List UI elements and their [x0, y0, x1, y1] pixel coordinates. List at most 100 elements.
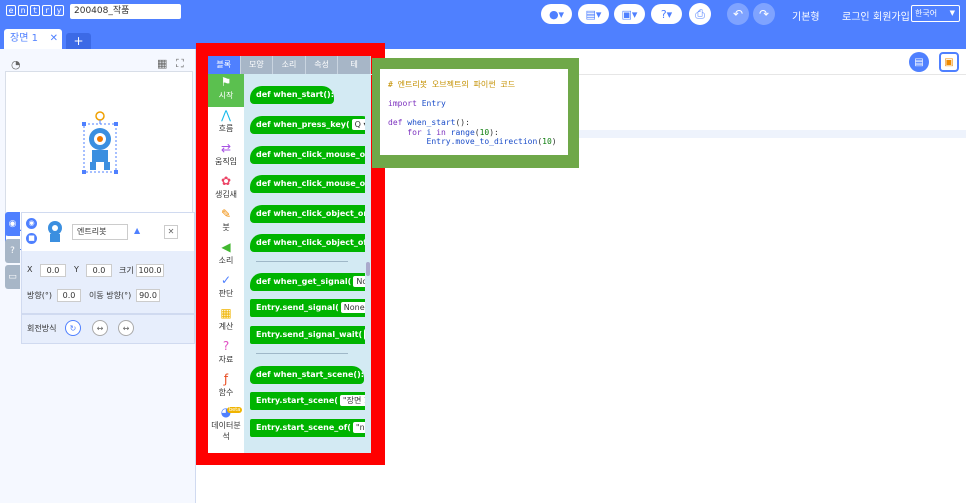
block-when-get-signal[interactable]: def when_get_signal(None	[250, 273, 365, 291]
block-when-click-mouse-off[interactable]: def when_click_mouse_off():	[250, 175, 365, 193]
move-direction-field[interactable]: 90.0	[136, 289, 160, 302]
left-panel: ◔ ▦ ⛶ + ▶ ◉ ? ▭ ◉ ■ 엔트리	[0, 49, 196, 503]
stage-canvas[interactable]	[5, 71, 193, 230]
question-icon: ?▾	[660, 7, 673, 21]
help-button[interactable]: ?▾	[651, 4, 682, 24]
category-list: ⚑ 시작 ⋀ 흐름 ⇄ 움직임 ✿ 생김새 ✎ 붓 ◀ 소리 ✓ 판단 ▦ 계산 ? 자료 ƒ 함수…	[208, 74, 244, 453]
delete-object-button[interactable]: ✕	[164, 225, 178, 239]
top-bar: e n t r y 200408_작품 ●▾ ▤▾ ▣▾ ?▾ ⎙ ↶ ↷ 기본…	[0, 0, 966, 29]
help-tab[interactable]: ?	[5, 239, 20, 263]
signal-dropdown[interactable]: No	[364, 329, 365, 340]
block-when-click-object-on[interactable]: def when_click_object_on():	[250, 205, 365, 223]
entrybot-sprite[interactable]	[78, 107, 124, 177]
category-data[interactable]: ? 자료	[208, 338, 244, 371]
direction-field[interactable]: 0.0	[57, 289, 81, 302]
block-when-start-scene[interactable]: def when_start_scene():	[250, 366, 364, 384]
tab-shapes[interactable]: 모양	[241, 56, 274, 74]
key-dropdown[interactable]: Q ▾	[351, 119, 365, 130]
close-icon[interactable]: ✕	[50, 29, 58, 49]
new-project-button[interactable]: ▤▾	[578, 4, 609, 24]
lock-icon[interactable]: ■	[26, 233, 37, 244]
add-scene-button[interactable]: +	[66, 33, 91, 49]
signup-link[interactable]: 회원가입	[873, 8, 910, 23]
language-select[interactable]: 한국어 ▼	[911, 5, 960, 22]
block-send-signal[interactable]: Entry.send_signal(None ▾	[250, 299, 365, 317]
redo-button[interactable]: ↷	[753, 3, 775, 25]
printer-icon: ⎙	[695, 6, 705, 21]
block-start-scene[interactable]: Entry.start_scene("장면 1" ▾	[250, 392, 365, 410]
block-text: Entry.start_scene_of(	[256, 423, 351, 432]
fullscreen-icon[interactable]: ⛶	[176, 57, 184, 71]
category-flow[interactable]: ⋀ 흐름	[208, 107, 244, 140]
category-calc[interactable]: ▦ 계산	[208, 305, 244, 338]
tab-blocks[interactable]: 블록	[208, 56, 241, 74]
block-when-start[interactable]: def when_start():	[250, 86, 334, 104]
category-brush[interactable]: ✎ 붓	[208, 206, 244, 239]
category-movement[interactable]: ⇄ 움직임	[208, 140, 244, 173]
category-function[interactable]: ƒ 함수	[208, 371, 244, 404]
category-start[interactable]: ⚑ 시작	[208, 74, 244, 107]
category-label: 판단	[218, 289, 234, 298]
save-icon: ▣▾	[621, 7, 638, 21]
object-thumbnail	[48, 221, 62, 242]
print-button[interactable]: ⎙	[689, 3, 711, 25]
block-send-signal-wait[interactable]: Entry.send_signal_wait(No	[250, 326, 365, 344]
scene-dropdown[interactable]: "장면 1" ▾	[339, 395, 365, 406]
category-looks[interactable]: ✿ 생김새	[208, 173, 244, 206]
undo-button[interactable]: ↶	[727, 3, 749, 25]
category-label: 자료	[218, 355, 234, 364]
tab-scene-1[interactable]: 장면 1 ✕	[4, 29, 62, 49]
signal-dropdown[interactable]: None	[353, 276, 365, 287]
login-link[interactable]: 로그인	[842, 8, 870, 23]
view-mode-menu[interactable]: 기본형	[792, 8, 820, 23]
tab-properties[interactable]: 속성	[306, 56, 339, 74]
brush-icon: ✎	[220, 207, 232, 221]
rotate-none-button[interactable]: ↔	[118, 320, 134, 336]
function-icon: ƒ	[223, 372, 229, 386]
size-field[interactable]: 100.0	[136, 264, 164, 277]
grid-icon[interactable]: ▦	[157, 57, 167, 70]
backpack-button[interactable]: ▣	[939, 52, 959, 72]
signal-dropdown[interactable]: None ▾	[340, 302, 365, 313]
project-name-input[interactable]: 200408_작품	[70, 4, 181, 19]
object-tab[interactable]: ◉	[5, 212, 20, 236]
entry-logo[interactable]: e n t r y	[6, 5, 64, 16]
category-data-analysis[interactable]: ◕ 데이터분석 beta	[208, 404, 244, 441]
tab-sounds[interactable]: 소리	[273, 56, 306, 74]
rotate-free-button[interactable]: ↻	[65, 320, 81, 336]
scene-dropdown[interactable]: "next"	[352, 422, 365, 433]
category-sound[interactable]: ◀ 소리	[208, 239, 244, 272]
save-menu-button[interactable]: ▣▾	[614, 4, 645, 24]
category-judge[interactable]: ✓ 판단	[208, 272, 244, 305]
code-identifier: i	[426, 127, 432, 137]
rotate-horizontal-button[interactable]: ↔	[92, 320, 108, 336]
logo-letter: e	[6, 5, 16, 16]
block-text: def when_click_mouse_on():	[256, 150, 365, 159]
python-code-editor[interactable]: # 엔트리봇 오브젝트의 파이썬 코드 import Entry def whe…	[380, 69, 568, 155]
palette-scrollbar[interactable]	[366, 262, 370, 276]
object-name-input[interactable]: 엔트리봇	[72, 224, 128, 240]
x-field[interactable]: 0.0	[40, 264, 66, 277]
flow-icon: ⋀	[221, 108, 231, 122]
palette-tabs: 블록 모양 소리 속성 테	[208, 56, 371, 74]
logo-letter: r	[42, 5, 52, 16]
chat-button[interactable]: ▤	[909, 52, 929, 72]
block-when-click-object-off[interactable]: def when_click_object_off():	[250, 234, 365, 252]
collapse-icon[interactable]: ▲	[134, 226, 140, 235]
category-label: 생김새	[214, 190, 238, 199]
block-when-press-key[interactable]: def when_press_key(Q ▾)	[250, 116, 365, 134]
block-start-scene-of[interactable]: Entry.start_scene_of("next"	[250, 419, 365, 437]
speed-icon[interactable]: ◔	[11, 58, 21, 71]
programming-language-button[interactable]: ●▾	[541, 4, 572, 24]
y-field[interactable]: 0.0	[86, 264, 112, 277]
python-icon: ●▾	[548, 7, 565, 21]
code-keyword: for	[407, 127, 422, 137]
logo-letter: t	[30, 5, 40, 16]
tab-more[interactable]: 테	[338, 56, 371, 74]
console-tab[interactable]: ▭	[5, 265, 20, 289]
block-when-click-mouse-on[interactable]: def when_click_mouse_on():	[250, 146, 365, 164]
category-label: 소리	[218, 256, 234, 265]
rotate-icon: ↻	[69, 323, 77, 333]
eye-icon[interactable]: ◉	[26, 218, 37, 229]
code-punct: ):	[489, 127, 499, 137]
